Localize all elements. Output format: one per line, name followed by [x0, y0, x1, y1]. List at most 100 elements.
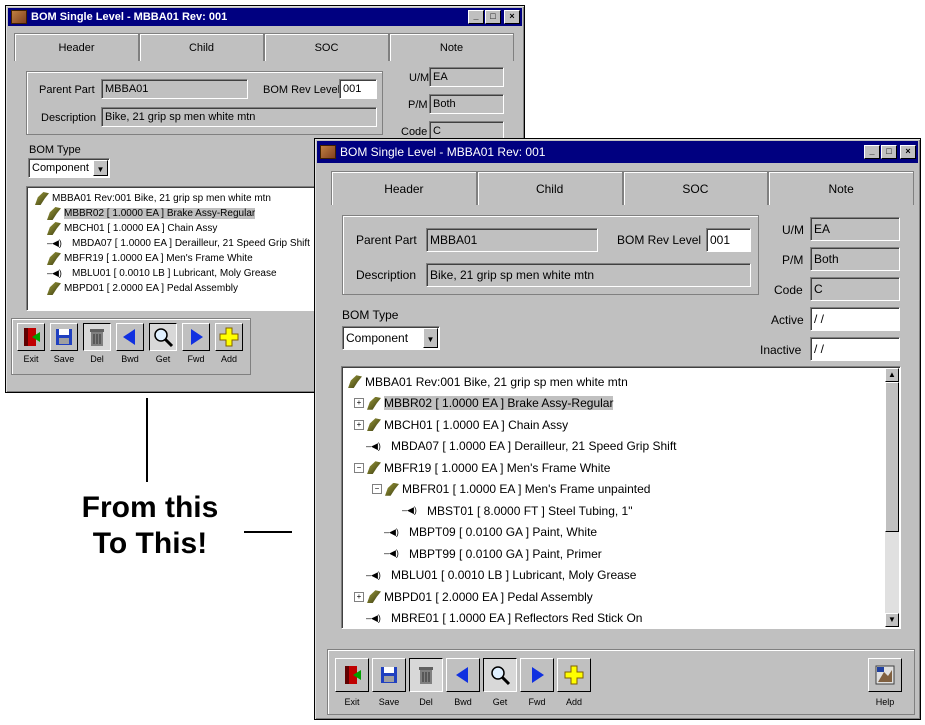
close-icon[interactable]: ×: [900, 145, 916, 159]
tab-label: Header: [384, 182, 424, 196]
tree-node-label: MBDA07 [ 1.0000 EA ] Derailleur, 21 Spee…: [391, 439, 677, 454]
assembly-icon: [47, 252, 61, 265]
add-button[interactable]: [215, 323, 243, 351]
tree-node-label: MBBR02 [ 1.0000 EA ] Brake Assy-Regular: [64, 208, 256, 219]
exit-button[interactable]: [17, 323, 45, 351]
scroll-down-icon[interactable]: ▼: [885, 613, 899, 627]
save-icon: [378, 664, 400, 689]
tab-note[interactable]: Note: [768, 171, 914, 205]
del-icon: [86, 326, 108, 351]
tree-node[interactable]: MBBR02 [ 1.0000 EA ] Brake Assy-Regular: [47, 206, 256, 221]
bom-rev-level-field[interactable]: 001: [706, 228, 751, 252]
code-label: Code: [401, 126, 428, 138]
fwd-button[interactable]: [182, 323, 210, 351]
tree-node[interactable]: –◀) MBPT99 [ 0.0100 GA ] Paint, Primer: [384, 543, 602, 565]
active-date-field[interactable]: / /: [810, 307, 900, 331]
um-field[interactable]: EA: [810, 217, 900, 241]
bom-type-combo[interactable]: Component ▼: [342, 326, 440, 350]
assembly-icon: [47, 222, 61, 235]
get-button[interactable]: [149, 323, 177, 351]
code-field[interactable]: C: [810, 277, 900, 301]
tree-scrollbar[interactable]: ▲ ▼: [885, 368, 899, 627]
parent-part-field[interactable]: MBBA01: [101, 79, 248, 99]
bom-rev-level-field[interactable]: 001: [339, 79, 377, 99]
tab-soc[interactable]: SOC: [264, 33, 389, 61]
del-button[interactable]: [83, 323, 111, 351]
expand-icon[interactable]: +: [354, 591, 364, 602]
tree-node[interactable]: MBBA01 Rev:001 Bike, 21 grip sp men whit…: [35, 191, 271, 206]
save-button[interactable]: [372, 658, 406, 692]
tree-node-label: MBPT09 [ 0.0100 GA ] Paint, White: [409, 525, 598, 540]
part-icon: –◀): [366, 440, 381, 451]
description-label: Description: [41, 112, 97, 124]
pm-field[interactable]: Both: [810, 247, 900, 271]
tree-node[interactable]: MBBA01 Rev:001 Bike, 21 grip sp men whit…: [348, 371, 628, 393]
tree-node[interactable]: –◀) MBLU01 [ 0.0010 LB ] Lubricant, Moly …: [47, 266, 277, 281]
get-button[interactable]: [483, 658, 517, 692]
parent-part-field[interactable]: MBBA01: [426, 228, 598, 252]
del-button[interactable]: [409, 658, 443, 692]
tab-header[interactable]: Header: [14, 33, 139, 61]
tree-node[interactable]: + MBCH01 [ 1.0000 EA ] Chain Assy: [354, 414, 568, 436]
bom-type-combo[interactable]: Component ▼: [28, 158, 110, 178]
tab-note[interactable]: Note: [389, 33, 514, 61]
save-icon: [53, 326, 75, 351]
save-button[interactable]: [50, 323, 78, 351]
tree-node[interactable]: − MBFR01 [ 1.0000 EA ] Men's Frame unpain…: [372, 479, 650, 501]
tree-node-label: MBPD01 [ 2.0000 EA ] Pedal Assembly: [384, 589, 593, 604]
expand-icon[interactable]: +: [354, 419, 364, 430]
pm-field[interactable]: Both: [429, 94, 504, 114]
assembly-icon: [35, 192, 49, 205]
minimize-icon[interactable]: _: [468, 10, 484, 24]
collapse-icon[interactable]: −: [354, 462, 364, 473]
fwd-icon: [526, 664, 548, 689]
bwd-button[interactable]: [116, 323, 144, 351]
tree-node[interactable]: MBPD01 [ 2.0000 EA ] Pedal Assembly: [47, 281, 238, 296]
bwd-button[interactable]: [446, 658, 480, 692]
tree-node[interactable]: –◀) MBDA07 [ 1.0000 EA ] Derailleur, 21 S…: [366, 436, 677, 458]
assembly-icon: [47, 207, 61, 220]
tree-node[interactable]: − MBFR19 [ 1.0000 EA ] Men's Frame White: [354, 457, 610, 479]
fwd-icon: [185, 326, 207, 351]
maximize-icon[interactable]: □: [881, 145, 897, 159]
tree-node[interactable]: + MBBR02 [ 1.0000 EA ] Brake Assy-Regular: [354, 393, 614, 415]
tree-node[interactable]: –◀) MBPT09 [ 0.0100 GA ] Paint, White: [384, 522, 597, 544]
assembly-icon: [385, 482, 399, 496]
add-icon: [563, 664, 585, 689]
expand-icon[interactable]: +: [354, 398, 364, 409]
chevron-down-icon[interactable]: ▼: [423, 328, 438, 348]
large-bom-tree[interactable]: ▲ ▼ MBBA01 Rev:001 Bike, 21 grip sp men …: [341, 366, 901, 629]
fwd-button[interactable]: [520, 658, 554, 692]
tree-node[interactable]: + MBPD01 [ 2.0000 EA ] Pedal Assembly: [354, 586, 593, 608]
tree-node[interactable]: –◀) MBDA07 [ 1.0000 EA ] Derailleur, 21 S…: [47, 236, 310, 251]
collapse-icon[interactable]: −: [372, 484, 382, 495]
tab-child[interactable]: Child: [476, 171, 623, 205]
tree-node[interactable]: –◀) MBLU01 [ 0.0010 LB ] Lubricant, Moly …: [366, 565, 636, 587]
close-icon[interactable]: ×: [504, 10, 520, 24]
description-field[interactable]: Bike, 21 grip sp men white mtn: [101, 107, 377, 127]
tab-header[interactable]: Header: [331, 171, 477, 205]
inactive-date-field[interactable]: / /: [810, 337, 900, 361]
scroll-thumb[interactable]: [885, 382, 899, 532]
large-bom-window: BOM Single Level - MBBA01 Rev: 001 _ □ ×…: [314, 138, 921, 720]
tree-node-label: MBBR02 [ 1.0000 EA ] Brake Assy-Regular: [384, 396, 614, 411]
tab-child[interactable]: Child: [139, 33, 264, 61]
tab-soc[interactable]: SOC: [622, 171, 769, 205]
tree-node[interactable]: –◀) MBST01 [ 8.0000 FT ] Steel Tubing, 1": [402, 500, 632, 522]
exit-button[interactable]: [335, 658, 369, 692]
minimize-icon[interactable]: _: [864, 145, 880, 159]
tree-node[interactable]: –◀) MBRE01 [ 1.0000 EA ] Reflectors Red S…: [366, 608, 643, 629]
tab-label: Child: [188, 42, 215, 54]
maximize-icon[interactable]: □: [485, 10, 501, 24]
small-bom-tree[interactable]: MBBA01 Rev:001 Bike, 21 grip sp men whit…: [26, 186, 318, 311]
tree-node[interactable]: MBCH01 [ 1.0000 EA ] Chain Assy: [47, 221, 217, 236]
chevron-down-icon[interactable]: ▼: [93, 160, 108, 176]
scroll-up-icon[interactable]: ▲: [885, 368, 899, 382]
description-field[interactable]: Bike, 21 grip sp men white mtn: [426, 263, 751, 287]
tab-label: Child: [535, 182, 564, 196]
add-button[interactable]: [557, 658, 591, 692]
tree-node-label: MBRE01 [ 1.0000 EA ] Reflectors Red Stic…: [391, 611, 643, 626]
um-field[interactable]: EA: [429, 67, 504, 87]
tree-node[interactable]: MBFR19 [ 1.0000 EA ] Men's Frame White: [47, 251, 253, 266]
help-button[interactable]: [868, 658, 902, 692]
